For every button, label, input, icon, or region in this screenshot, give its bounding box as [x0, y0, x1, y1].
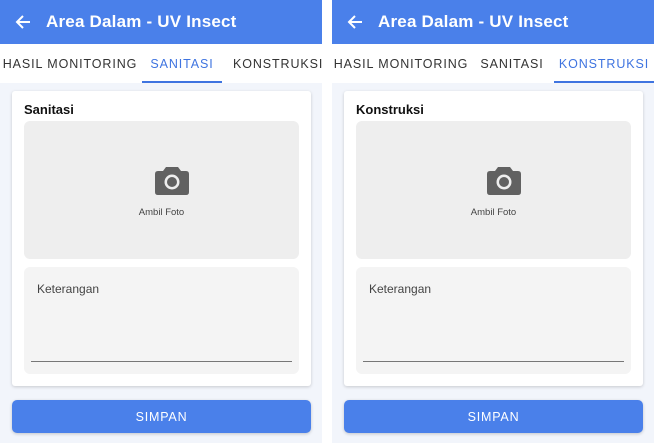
field-underline — [363, 361, 624, 362]
tab-sanitasi[interactable]: SANITASI — [142, 44, 222, 83]
photo-label: Ambil Foto — [138, 207, 185, 218]
save-button[interactable]: SIMPAN — [12, 400, 311, 433]
form-card: Konstruksi Ambil Foto Keterangan — [344, 91, 643, 386]
back-button[interactable] — [0, 0, 46, 44]
screen-sanitasi: Area Dalam - UV Insect HASIL MONITORING … — [0, 0, 322, 443]
field-underline — [31, 361, 292, 362]
card-title: Sanitasi — [24, 102, 74, 117]
camera-icon — [487, 167, 521, 195]
page-title: Area Dalam - UV Insect — [378, 12, 569, 31]
form-card: Sanitasi Ambil Foto Keterangan — [12, 91, 311, 386]
page-title: Area Dalam - UV Insect — [46, 12, 237, 31]
tab-bar: HASIL MONITORING SANITASI KONSTRUKSI — [0, 44, 322, 83]
app-bar: Area Dalam - UV Insect — [332, 0, 654, 44]
tab-konstruksi[interactable]: KONSTRUKSI — [228, 44, 322, 83]
tab-hasil-monitoring[interactable]: HASIL MONITORING — [332, 44, 470, 83]
camera-icon — [155, 167, 189, 195]
save-button[interactable]: SIMPAN — [344, 400, 643, 433]
tab-bar: HASIL MONITORING SANITASI KONSTRUKSI — [332, 44, 654, 83]
keterangan-placeholder: Keterangan — [37, 282, 100, 296]
back-button[interactable] — [332, 0, 378, 44]
keterangan-field[interactable]: Keterangan — [24, 267, 299, 374]
take-photo-area[interactable]: Ambil Foto — [24, 121, 299, 259]
app-bar: Area Dalam - UV Insect — [0, 0, 322, 44]
keterangan-field[interactable]: Keterangan — [356, 267, 631, 374]
tab-konstruksi[interactable]: KONSTRUKSI — [554, 44, 654, 83]
photo-label: Ambil Foto — [470, 207, 517, 218]
arrow-left-icon — [347, 15, 362, 29]
tab-sanitasi[interactable]: SANITASI — [476, 44, 548, 83]
arrow-left-icon — [15, 15, 30, 29]
take-photo-area[interactable]: Ambil Foto — [356, 121, 631, 259]
screen-konstruksi: Area Dalam - UV Insect HASIL MONITORING … — [332, 0, 654, 443]
keterangan-placeholder: Keterangan — [369, 282, 432, 296]
tab-hasil-monitoring[interactable]: HASIL MONITORING — [0, 44, 140, 83]
card-title: Konstruksi — [356, 102, 424, 117]
